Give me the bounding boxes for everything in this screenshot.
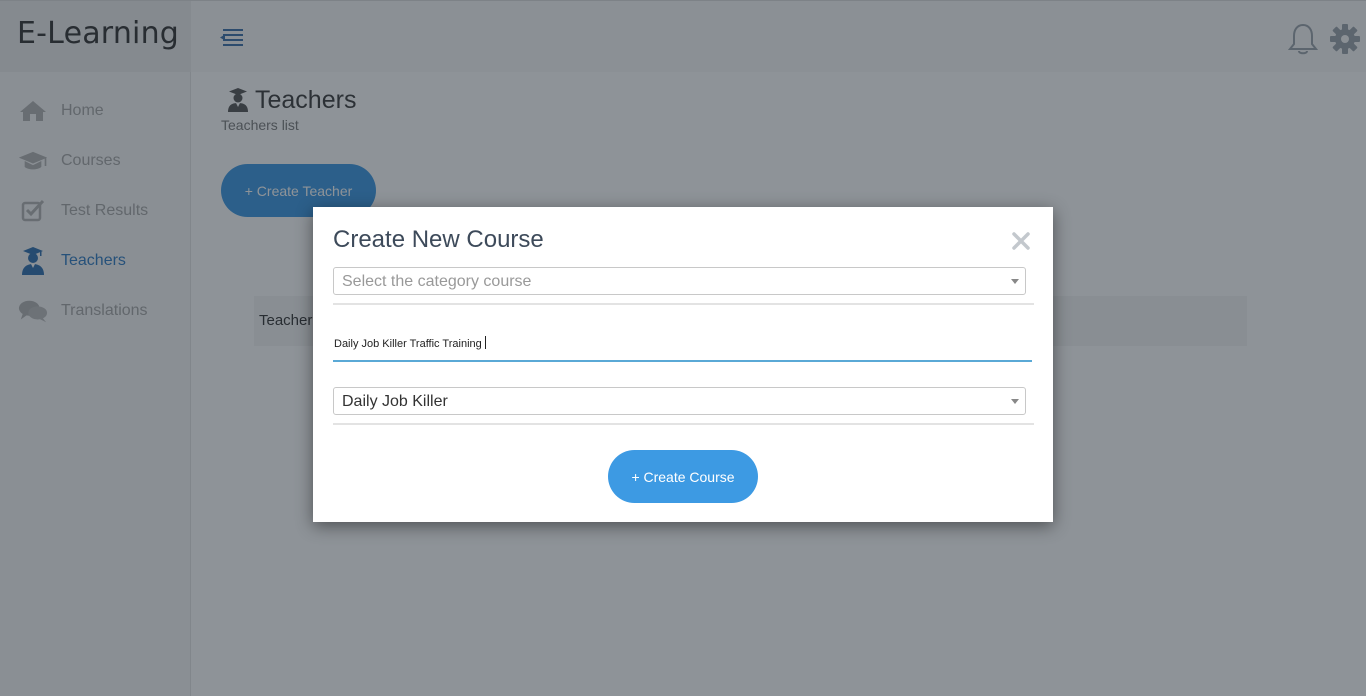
course-name-input[interactable]: Daily Job Killer Traffic Training bbox=[333, 328, 1032, 362]
close-icon[interactable] bbox=[1010, 230, 1032, 252]
divider bbox=[333, 303, 1034, 305]
dropdown-arrow-icon bbox=[1011, 399, 1019, 404]
dropdown-arrow-icon bbox=[1011, 279, 1019, 284]
divider bbox=[333, 423, 1034, 425]
course-select-value: Daily Job Killer bbox=[342, 393, 448, 410]
course-name-value: Daily Job Killer Traffic Training bbox=[334, 336, 486, 350]
create-course-modal: Create New Course Select the category co… bbox=[313, 207, 1053, 522]
modal-title: Create New Course bbox=[333, 226, 544, 253]
create-course-button[interactable]: + Create Course bbox=[608, 450, 758, 503]
category-select[interactable]: Select the category course bbox=[333, 267, 1026, 295]
text-caret bbox=[484, 336, 486, 349]
course-select[interactable]: Daily Job Killer bbox=[333, 387, 1026, 415]
category-select-placeholder: Select the category course bbox=[342, 273, 532, 290]
